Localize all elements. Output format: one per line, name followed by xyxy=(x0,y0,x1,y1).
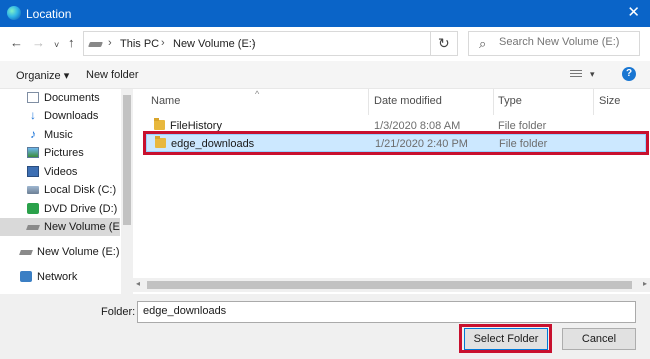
network-icon xyxy=(20,271,32,282)
sidebar-item-network[interactable]: Network xyxy=(0,268,120,286)
sort-ascending-icon: ^ xyxy=(255,89,260,99)
sidebar-item-downloads[interactable]: ↓ Downloads xyxy=(0,107,120,125)
sidebar-item-pictures[interactable]: Pictures xyxy=(0,144,120,162)
sidebar-item-local-disk[interactable]: Local Disk (C:) xyxy=(0,181,120,199)
sidebar-item-documents[interactable]: Documents xyxy=(0,89,120,107)
organize-button[interactable]: Organize ▾ xyxy=(16,69,69,82)
sidebar-item-label: New Volume (E:) xyxy=(37,246,120,258)
volume-icon xyxy=(19,250,33,255)
column-divider[interactable] xyxy=(593,89,594,115)
column-divider[interactable] xyxy=(368,89,369,115)
column-header-name[interactable]: Name xyxy=(151,95,180,117)
sidebar-item-label: Pictures xyxy=(44,147,84,159)
sidebar-item-label: New Volume (E:) xyxy=(44,221,120,233)
sidebar-item-label: Music xyxy=(44,129,73,141)
sidebar-item-label: DVD Drive (D:) CC xyxy=(44,203,120,215)
breadcrumb-separator[interactable]: › xyxy=(161,37,165,49)
sidebar-item-videos[interactable]: Videos xyxy=(0,163,120,181)
folder-icon xyxy=(154,118,165,130)
view-dropdown-button[interactable]: ▾ xyxy=(590,69,595,80)
command-bar: Organize ▾ New folder ▾ ? xyxy=(0,61,650,89)
address-bar[interactable]: › This PC › New Volume (E:) › ↻ xyxy=(83,31,458,56)
videos-icon xyxy=(27,166,39,177)
sidebar-item-new-volume[interactable]: New Volume (E:) xyxy=(0,218,120,236)
sidebar-item-music[interactable]: ♪ Music xyxy=(0,126,120,144)
volume-icon xyxy=(26,225,40,230)
address-divider xyxy=(430,32,431,55)
downloads-icon: ↓ xyxy=(30,108,36,122)
scroll-left-icon[interactable]: ◂ xyxy=(136,279,140,288)
refresh-button[interactable]: ↻ xyxy=(438,35,450,52)
breadcrumb-this-pc[interactable]: This PC xyxy=(120,38,159,50)
edge-icon xyxy=(7,6,21,20)
sidebar-item-new-volume-root[interactable]: New Volume (E:) xyxy=(0,243,120,261)
new-folder-button[interactable]: New folder xyxy=(86,69,139,81)
cancel-button[interactable]: Cancel xyxy=(562,328,636,350)
column-header-type[interactable]: Type xyxy=(498,95,522,117)
drive-icon xyxy=(88,42,103,47)
dialog-footer: Folder: edge_downloads Select Folder Can… xyxy=(0,294,650,359)
column-header-date[interactable]: Date modified xyxy=(374,95,442,117)
navigation-pane: Documents ↓ Downloads ♪ Music Pictures V… xyxy=(0,89,133,294)
breadcrumb-separator[interactable]: › xyxy=(108,37,112,49)
sidebar-item-label: Network xyxy=(37,271,78,283)
horizontal-scrollbar[interactable]: ◂ ▸ xyxy=(133,278,650,292)
sidebar-item-dvd-drive[interactable]: DVD Drive (D:) CC xyxy=(0,200,120,218)
forward-button[interactable]: → xyxy=(32,35,45,51)
search-box[interactable]: ⌕ xyxy=(468,31,640,56)
recent-locations-button[interactable]: ˅ xyxy=(54,37,59,53)
horizontal-scrollbar-thumb[interactable] xyxy=(147,281,632,289)
scroll-right-icon[interactable]: ▸ xyxy=(643,279,647,288)
navigation-scrollbar[interactable] xyxy=(121,89,133,294)
title-bar: Location ✕ xyxy=(0,0,650,27)
navigation-scrollbar-thumb[interactable] xyxy=(123,95,131,225)
file-list: Name ^ Date modified Type Size FileHisto… xyxy=(133,89,650,294)
breadcrumb-separator[interactable]: › xyxy=(252,37,256,49)
help-icon[interactable]: ? xyxy=(622,67,636,81)
column-divider[interactable] xyxy=(493,89,494,115)
sidebar-item-label: Videos xyxy=(44,166,78,178)
search-icon: ⌕ xyxy=(479,36,487,51)
close-button[interactable]: ✕ xyxy=(627,4,640,22)
folder-label: Folder: xyxy=(101,306,136,318)
sidebar-item-label: Downloads xyxy=(44,110,99,122)
documents-icon xyxy=(27,92,39,103)
callout-highlight-button xyxy=(459,324,552,353)
up-button[interactable]: ↑ xyxy=(68,35,75,51)
column-header-size[interactable]: Size xyxy=(599,95,620,117)
sidebar-item-label: Local Disk (C:) xyxy=(44,184,117,196)
sidebar-item-label: Documents xyxy=(44,92,100,104)
music-icon: ♪ xyxy=(30,127,36,141)
search-input[interactable] xyxy=(499,36,634,48)
callout-highlight-row xyxy=(143,131,649,155)
folder-input[interactable]: edge_downloads xyxy=(137,301,636,323)
dvd-icon xyxy=(27,203,39,214)
pictures-icon xyxy=(27,147,39,158)
window-title: Location xyxy=(26,7,72,21)
address-row: ← → ˅ ↑ › This PC › New Volume (E:) › ↻ … xyxy=(0,27,650,61)
view-options-icon[interactable] xyxy=(570,70,582,79)
disk-icon xyxy=(27,186,39,194)
breadcrumb-new-volume[interactable]: New Volume (E:) xyxy=(173,38,256,50)
back-button[interactable]: ← xyxy=(10,35,23,51)
